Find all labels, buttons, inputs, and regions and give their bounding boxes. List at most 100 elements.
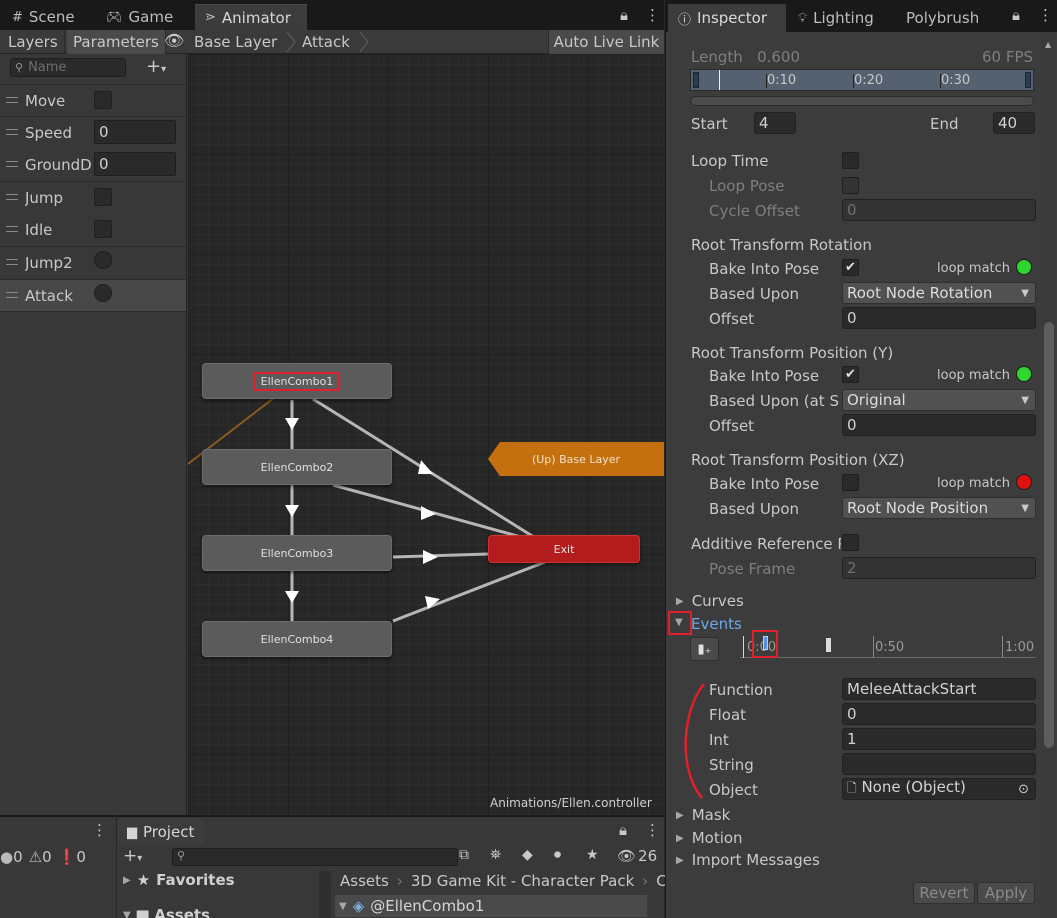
scroll-up-icon[interactable]: ▲ [1045, 40, 1051, 49]
rotation-offset-field[interactable]: 0 [842, 307, 1036, 329]
drag-handle-icon[interactable] [6, 129, 18, 135]
error-count-toggle[interactable]: ●0 [0, 848, 23, 866]
events-foldout-toggle[interactable]: ▼ [668, 611, 692, 635]
position-y-bake-checkbox[interactable]: ✔ [842, 366, 859, 383]
breadcrumb-attack[interactable]: Attack [302, 30, 350, 54]
state-node-ellencombo4[interactable]: EllenCombo4 [202, 621, 392, 657]
assets-folder[interactable]: ▼ ▆ Assets [123, 906, 210, 918]
rotation-based-upon-dropdown[interactable]: Root Node Rotation ▼ [842, 282, 1036, 304]
event-marker-icon[interactable] [763, 636, 768, 650]
favorites-folder[interactable]: ▶ ★ Favorites [123, 871, 235, 889]
breadcrumb-base-layer[interactable]: Base Layer [194, 30, 277, 54]
parameter-trigger-toggle[interactable] [94, 251, 112, 269]
parameter-row-selected[interactable]: Attack [0, 279, 186, 311]
hidden-packages-toggle[interactable]: 👁︎ 26 [617, 847, 657, 865]
position-xz-based-upon-dropdown[interactable]: Root Node Position ▼ [842, 497, 1036, 519]
more-menu-icon[interactable]: ⋮ [92, 821, 107, 839]
parameter-row[interactable]: GroundDi 0 [0, 149, 186, 181]
event-timeline[interactable]: 0:00 0:50 1:00 [740, 630, 1036, 658]
filter-by-type-icon[interactable]: ⛯ [490, 847, 501, 863]
playhead[interactable] [719, 70, 720, 90]
parameter-float-field[interactable]: 0 [94, 152, 176, 176]
tab-lighting[interactable]: 💡︎ Lighting [788, 4, 884, 32]
drag-handle-icon[interactable] [6, 97, 18, 103]
parameter-float-field[interactable]: 0 [94, 120, 176, 144]
position-xz-bake-checkbox[interactable] [842, 474, 859, 491]
state-node-ellencombo1[interactable]: EllenCombo1 [202, 363, 392, 399]
apply-button[interactable]: Apply [977, 882, 1035, 904]
parameter-row[interactable]: Move [0, 84, 186, 116]
tab-game[interactable]: 🎮︎ Game [96, 4, 183, 30]
warning-count-toggle[interactable]: ⚠0 [29, 848, 52, 866]
parameter-row[interactable]: Speed 0 [0, 116, 186, 148]
up-base-layer-node[interactable]: (Up) Base Layer [488, 442, 664, 476]
parameter-search-input[interactable]: ⚲ Name [10, 58, 126, 77]
rotation-bake-checkbox[interactable]: ✔ [842, 259, 859, 276]
clip-timeline[interactable]: 0:10 0:20 0:30 [690, 69, 1034, 91]
loop-time-checkbox[interactable] [842, 152, 859, 169]
additive-reference-checkbox[interactable] [842, 534, 859, 551]
import-messages-foldout[interactable]: ▶ Import Messages [676, 851, 820, 869]
selected-event-marker[interactable] [752, 630, 778, 658]
event-marker-icon[interactable] [826, 638, 831, 652]
eye-icon[interactable]: 👁︎ [164, 31, 184, 50]
drag-handle-icon[interactable] [6, 194, 18, 200]
state-node-ellencombo2[interactable]: EllenCombo2 [202, 449, 392, 485]
tab-polybrush[interactable]: Polybrush [896, 4, 989, 32]
position-y-based-upon-dropdown[interactable]: Original ▼ [842, 389, 1036, 411]
parameter-row[interactable]: Jump2 [0, 246, 186, 278]
add-event-button[interactable]: ▮₊ [690, 637, 719, 661]
drag-handle-icon[interactable] [6, 259, 18, 265]
loop-pose-checkbox[interactable] [842, 177, 859, 194]
more-menu-icon[interactable]: ⋮ [645, 6, 660, 24]
parameter-trigger-toggle[interactable] [94, 284, 112, 302]
auto-live-link-button[interactable]: Auto Live Link [548, 30, 664, 54]
filter-by-label-icon[interactable]: ◆ [522, 847, 533, 863]
asset-list-item[interactable]: ▼ ◈ @EllenCombo1 [335, 895, 647, 917]
inspector-scrollbar[interactable]: ▲ [1042, 32, 1056, 918]
float-field[interactable]: 0 [842, 703, 1036, 725]
create-asset-button[interactable]: +▾ [123, 846, 142, 866]
tab-inspector[interactable]: ⓘ Inspector [668, 4, 786, 32]
end-field[interactable]: 40 [993, 112, 1035, 134]
parameter-bool-checkbox[interactable] [94, 188, 112, 206]
object-picker-icon[interactable]: ⊙ [1018, 782, 1029, 797]
more-menu-icon[interactable]: ⋮ [1038, 6, 1053, 24]
start-field[interactable]: 4 [754, 112, 796, 134]
tab-layers[interactable]: Layers [2, 30, 65, 54]
revert-button[interactable]: Revert [913, 882, 975, 904]
motion-foldout[interactable]: ▶ Motion [676, 829, 743, 847]
lock-icon[interactable]: 🔒︎ [620, 6, 628, 24]
cycle-offset-field[interactable]: 0 [842, 199, 1036, 221]
project-search-input[interactable]: ⚲ [172, 848, 458, 866]
mask-foldout[interactable]: ▶ Mask [676, 806, 730, 824]
tab-parameters[interactable]: Parameters [67, 30, 166, 54]
tab-project[interactable]: ▆ Project [117, 819, 205, 845]
log-icon[interactable]: ⏺ [554, 847, 561, 863]
timeline-scrollbar[interactable] [690, 96, 1034, 106]
int-field[interactable]: 1 [842, 728, 1036, 750]
parameter-bool-checkbox[interactable] [94, 220, 112, 238]
add-parameter-button[interactable]: +▾ [146, 56, 166, 77]
pose-frame-field[interactable]: 2 [842, 557, 1036, 579]
drag-handle-icon[interactable] [6, 226, 18, 232]
drag-handle-icon[interactable] [6, 161, 18, 167]
events-foldout-label[interactable]: Events [691, 615, 742, 633]
position-y-offset-field[interactable]: 0 [842, 414, 1036, 436]
state-node-ellencombo3[interactable]: EllenCombo3 [202, 535, 392, 571]
chevron-down-icon[interactable]: ▼ [123, 910, 131, 918]
drag-handle-icon[interactable] [6, 292, 18, 298]
lock-icon[interactable]: 🔒︎ [1012, 6, 1020, 24]
search-in-scene-icon[interactable]: ⧉ [459, 847, 469, 863]
message-count-toggle[interactable]: ❗0 [58, 848, 86, 866]
function-field[interactable]: MeleeAttackStart [842, 678, 1036, 700]
parameter-row[interactable]: Jump [0, 181, 186, 213]
scrollbar-thumb[interactable] [1044, 322, 1054, 748]
parameter-bool-checkbox[interactable] [94, 91, 112, 109]
state-machine-graph[interactable]: EllenCombo1 EllenCombo2 EllenCombo3 Elle… [188, 54, 664, 815]
string-field[interactable] [842, 753, 1036, 775]
parameter-row[interactable]: Idle [0, 214, 186, 246]
more-menu-icon[interactable]: ⋮ [645, 821, 660, 839]
object-field[interactable]: 🗋 None (Object) ⊙ [842, 778, 1036, 800]
chevron-down-icon[interactable]: ▼ [339, 901, 347, 912]
